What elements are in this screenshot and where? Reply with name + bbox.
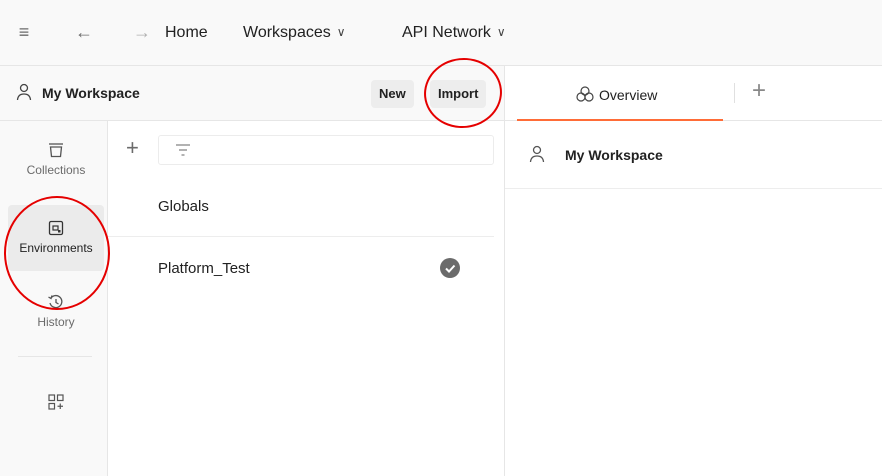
- user-icon: [16, 83, 32, 101]
- tab-divider: [734, 83, 735, 103]
- list-item[interactable]: Globals: [108, 179, 494, 237]
- list-item[interactable]: Platform_Test: [108, 241, 494, 299]
- environment-list-panel: + Globals Platform_Test: [108, 121, 505, 476]
- environments-annotation-circle: [4, 196, 110, 310]
- sidebar-item-collections[interactable]: Collections: [8, 127, 104, 193]
- environment-name: Platform_Test: [158, 260, 250, 277]
- filter-icon: [176, 144, 190, 156]
- collections-icon: [49, 143, 63, 158]
- add-widget-icon: [48, 394, 64, 410]
- new-tab-icon[interactable]: +: [752, 79, 766, 103]
- sidebar-item-configure[interactable]: [8, 379, 104, 445]
- sidebar-item-label: Collections: [26, 163, 86, 177]
- overview-icon: [576, 86, 594, 102]
- workspaces-menu[interactable]: Workspaces ∨: [243, 22, 346, 44]
- tab-overview[interactable]: Overview: [517, 66, 723, 121]
- home-link[interactable]: Home: [165, 22, 208, 44]
- back-arrow-icon[interactable]: ←: [74, 22, 94, 42]
- top-header: ≡ ← → Home Workspaces ∨ API Network ∨: [0, 0, 882, 66]
- tab-label: Overview: [599, 87, 658, 103]
- api-network-label: API Network: [402, 24, 491, 41]
- workspace-name: My Workspace: [42, 85, 140, 101]
- menu-icon[interactable]: ≡: [14, 22, 34, 42]
- forward-arrow-icon[interactable]: →: [132, 22, 152, 42]
- new-button[interactable]: New: [371, 80, 414, 108]
- overview-header: My Workspace: [505, 121, 882, 189]
- sidebar-divider: [18, 356, 92, 357]
- workspaces-label: Workspaces: [243, 24, 331, 41]
- add-environment-icon[interactable]: +: [126, 137, 139, 159]
- sidebar-item-label: History: [37, 315, 75, 329]
- environment-name: Globals: [158, 198, 209, 215]
- chevron-down-icon: ∨: [496, 25, 506, 39]
- page-title: My Workspace: [565, 147, 663, 163]
- api-network-menu[interactable]: API Network ∨: [402, 22, 506, 44]
- tab-bar: Overview +: [505, 66, 882, 121]
- active-check-icon[interactable]: [440, 258, 460, 278]
- chevron-down-icon: ∨: [336, 25, 346, 39]
- user-icon: [529, 145, 545, 163]
- filter-input[interactable]: [158, 135, 494, 165]
